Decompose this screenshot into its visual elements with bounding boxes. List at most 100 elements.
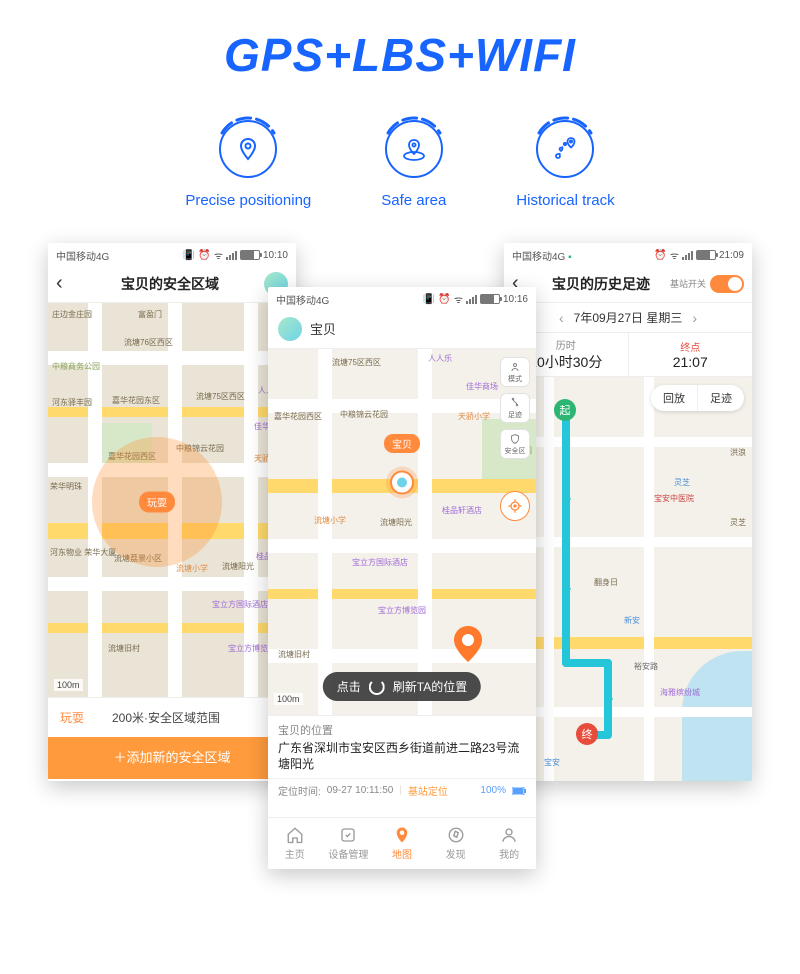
tab-label: 设备管理 (328, 846, 368, 861)
tab-label: 我的 (499, 846, 519, 861)
map-poi: 流塘阳光 (222, 561, 254, 572)
map-poi: 灵芝 (730, 517, 746, 528)
phone-safearea: 中国移动4G 📳 ⏰ ᯤ 10:10 ‹ 宝贝的安全区域 (48, 243, 296, 781)
title-bar: ‹ 宝贝的历史足迹 基站开关 (504, 265, 752, 303)
signal-icon (682, 251, 693, 260)
hero-title: GPS+LBS+WIFI (0, 0, 800, 82)
tab-discover[interactable]: 发现 (429, 818, 483, 869)
tab-bar: 主页 设备管理 地图 发现 我的 (268, 817, 536, 869)
map-canvas[interactable]: 流塘75区西区 人人乐 佳华商场 嘉华花园西区 中粮锦云花园 天骄小学 师公园 … (268, 349, 536, 715)
battery-icon (696, 250, 716, 260)
map-poi: 嘉华花园东区 (112, 395, 160, 406)
map-poi: 宝立方博览园 (378, 605, 426, 616)
add-zone-button[interactable]: ＋添加新的安全区域 (48, 737, 296, 779)
date-selector[interactable]: ‹ 7年09月27日 星期三 › (504, 303, 752, 333)
carrier-label: 中国移动4G (56, 248, 109, 263)
map-poi: 流塘旧村 (108, 643, 140, 654)
map-poi: 河东物业 荣华大厦 (50, 547, 116, 558)
battery-percent: 100% (480, 785, 506, 796)
map-poi: 流塘75区西区 (332, 357, 381, 368)
button-label: 模式 (508, 374, 522, 384)
button-label: 足迹 (508, 410, 522, 420)
tab-me[interactable]: 我的 (482, 818, 536, 869)
feature-safearea: Safe area (381, 120, 446, 209)
map-poi: 荣华明珠 (50, 481, 82, 492)
map-poi: 海雅缤纷城 (660, 687, 700, 698)
safe-zone-row[interactable]: 玩耍 200米·安全区域范围 (48, 697, 296, 737)
locate-button[interactable] (500, 491, 530, 521)
geofence-pin[interactable]: 玩耍 (139, 492, 175, 513)
replay-button[interactable]: 回放 (651, 385, 697, 411)
tab-map[interactable]: 地图 (375, 818, 429, 869)
wifi-icon: ᯤ (454, 292, 463, 306)
alarm-icon: ⏰ (438, 294, 450, 305)
map-poi: 富盈门 (138, 309, 162, 320)
feature-row: Precise positioning Safe area Historical… (0, 120, 800, 209)
map-poi: 嘉华花园西区 (274, 411, 322, 422)
track-arrow-icon (562, 587, 572, 595)
footprint-button[interactable]: 足迹 (698, 385, 744, 411)
title-bar: ‹ 宝贝的安全区域 (48, 265, 296, 303)
map-poi: 洪浪 (730, 447, 746, 458)
chevron-right-icon[interactable]: › (692, 310, 697, 326)
map-poi: 流塘小学 (314, 515, 346, 526)
sim-icon: ▪ (568, 252, 572, 263)
map-poi: 宝立方国际酒店 (212, 599, 268, 610)
chevron-left-icon[interactable]: ‹ (559, 310, 564, 326)
map-poi: 天骄小学 (458, 411, 490, 422)
map-poi: 宝安 (544, 757, 560, 768)
back-button[interactable]: ‹ (56, 272, 76, 295)
safezone-button[interactable]: 安全区 (500, 429, 530, 459)
zone-name: 玩耍 (48, 709, 112, 726)
metric-label: 终点 (680, 339, 700, 354)
device-pin-icon[interactable] (382, 463, 422, 508)
phone-positioning: 中国移动4G 📳 ⏰ ᯤ 10:16 宝贝 流塘75区西区 人人乐 (268, 287, 536, 869)
location-info-panel: 宝贝的位置 广东省深圳市宝安区西乡街道前进二路23号流塘阳光 定位时间: 09-… (268, 715, 536, 806)
screen-title: 宝贝的历史足迹 (532, 274, 670, 294)
base-station-toggle[interactable] (710, 275, 744, 293)
device-name: 宝贝 (310, 319, 336, 338)
refresh-location-button[interactable]: 点击 刷新TA的位置 (323, 672, 481, 701)
safe-area-icon (385, 120, 443, 178)
map-scale: 100m (54, 679, 83, 691)
feature-track: Historical track (516, 120, 614, 209)
feature-precise: Precise positioning (185, 120, 311, 209)
track-arrow-icon (562, 497, 572, 505)
map-poi: 流塘阳光 (380, 517, 412, 528)
avatar (278, 317, 302, 341)
feature-label: Safe area (381, 192, 446, 209)
map-poi: 河东驿丰园 (52, 397, 92, 408)
metric-label: 历时 (556, 337, 576, 352)
map-poi: 流塘75区西区 (196, 391, 245, 402)
device-header[interactable]: 宝贝 (268, 309, 536, 349)
map-poi: 流塘76区西区 (124, 337, 173, 348)
tab-home[interactable]: 主页 (268, 818, 322, 869)
map-canvas[interactable]: 起 终 小学 洪浪 灵芝 宝安中医院 灵芝 新安 翻身日 裕安路 海雅缤纷城 宝… (504, 377, 752, 781)
feature-label: Historical track (516, 192, 614, 209)
signal-icon (466, 295, 477, 304)
carrier-label: 中国移动4G (276, 292, 329, 307)
mode-button[interactable]: 模式 (500, 357, 530, 387)
map-poi: 流塘旧村 (278, 649, 310, 660)
map-poi: 佳华商场 (466, 381, 498, 392)
clock: 21:09 (719, 250, 744, 261)
track-end-node: 终 (576, 723, 598, 745)
track-button[interactable]: 足迹 (500, 393, 530, 423)
metric-end: 终点 21:07 (628, 333, 753, 376)
tab-devices[interactable]: 设备管理 (322, 818, 376, 869)
phones-stage: 中国移动4G 📳 ⏰ ᯤ 10:10 ‹ 宝贝的安全区域 (0, 243, 800, 963)
date-label: 7年09月27日 星期三 (574, 309, 683, 326)
refresh-icon (369, 679, 385, 695)
clock: 10:16 (503, 294, 528, 305)
clock: 10:10 (263, 250, 288, 261)
secondary-pin-icon[interactable] (453, 626, 483, 667)
address-text: 广东省深圳市宝安区西乡街道前进二路23号流塘阳光 (268, 740, 536, 778)
metrics-row: 历时 10小时30分 终点 21:07 (504, 333, 752, 377)
track-toggle[interactable]: 回放 足迹 (651, 385, 744, 411)
map-scale: 100m (274, 693, 303, 705)
tab-label: 发现 (446, 846, 466, 861)
screen-title: 宝贝的安全区域 (76, 274, 264, 294)
metric-value: 21:07 (673, 354, 708, 370)
status-bar: 中国移动4G 📳 ⏰ ᯤ 10:10 (48, 243, 296, 265)
map-canvas[interactable]: 庄边金庄园 富盈门 流塘76区西区 中粮商务公园 河东驿丰园 嘉华花园东区 流塘… (48, 303, 296, 697)
